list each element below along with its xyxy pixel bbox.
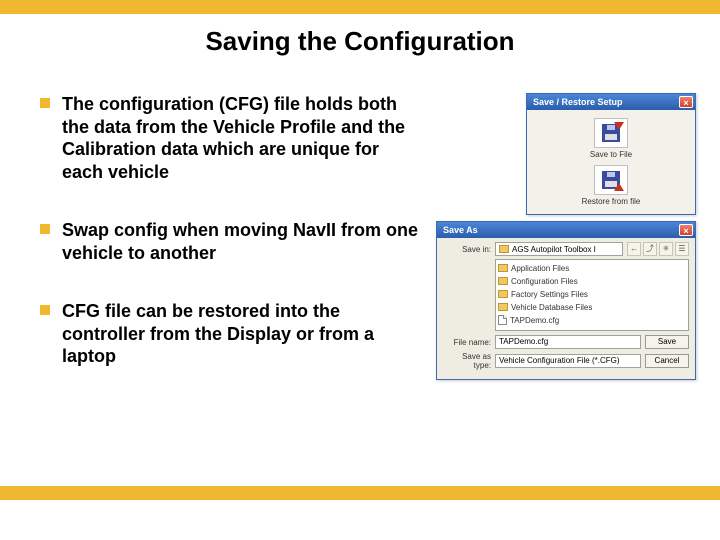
restore-from-file-button[interactable] — [594, 165, 628, 195]
bullet-item: CFG file can be restored into the contro… — [40, 300, 424, 368]
save-in-value: AGS Autopilot Toolbox I — [512, 245, 596, 254]
bullet-item: The configuration (CFG) file holds both … — [40, 93, 424, 183]
file-name: TAPDemo.cfg — [510, 316, 559, 325]
restore-caption: Restore from file — [582, 197, 641, 206]
screenshot-panel: Save / Restore Setup × Save to File — [436, 93, 696, 404]
list-item[interactable]: Factory Settings Files — [498, 288, 686, 300]
arrow-down-icon — [614, 122, 624, 130]
savetype-row: Save as type: Vehicle Configuration File… — [443, 352, 689, 370]
filename-label: File name: — [443, 338, 491, 347]
filename-input[interactable]: TAPDemo.cfg — [495, 335, 641, 349]
save-restore-dialog: Save / Restore Setup × Save to File — [526, 93, 696, 215]
close-icon[interactable]: × — [679, 224, 693, 236]
file-list[interactable]: Application Files Configuration Files Fa… — [495, 259, 689, 331]
top-accent-bar — [0, 0, 720, 14]
content-area: The configuration (CFG) file holds both … — [0, 93, 720, 404]
folder-icon — [498, 290, 508, 298]
dialog-body: Save in: AGS Autopilot Toolbox I ← ⤴ ✳ ☰ — [437, 238, 695, 379]
bullet-text: CFG file can be restored into the contro… — [62, 300, 424, 368]
file-name: Vehicle Database Files — [511, 303, 592, 312]
file-name: Factory Settings Files — [511, 290, 588, 299]
bullet-item: Swap config when moving NavII from one v… — [40, 219, 424, 264]
view-menu-button[interactable]: ☰ — [675, 242, 689, 256]
list-item[interactable]: TAPDemo.cfg — [498, 314, 686, 326]
dialog-title: Save / Restore Setup — [533, 97, 623, 107]
list-item[interactable]: Vehicle Database Files — [498, 301, 686, 313]
file-name: Application Files — [511, 264, 569, 273]
bullet-marker-icon — [40, 224, 50, 234]
save-to-file-group: Save to File — [590, 118, 632, 159]
slide-title: Saving the Configuration — [0, 26, 720, 57]
save-in-row: Save in: AGS Autopilot Toolbox I ← ⤴ ✳ ☰ — [443, 242, 689, 256]
bottom-accent-bar — [0, 486, 720, 500]
close-icon[interactable]: × — [679, 96, 693, 108]
folder-icon — [498, 277, 508, 285]
dialog-titlebar: Save As × — [437, 222, 695, 238]
bullet-text: The configuration (CFG) file holds both … — [62, 93, 424, 183]
dialog-title: Save As — [443, 225, 478, 235]
savetype-dropdown[interactable]: Vehicle Configuration File (*.CFG) — [495, 354, 641, 368]
new-folder-button[interactable]: ✳ — [659, 242, 673, 256]
restore-from-file-group: Restore from file — [582, 165, 641, 206]
bullet-list: The configuration (CFG) file holds both … — [40, 93, 436, 404]
filename-row: File name: TAPDemo.cfg Save — [443, 335, 689, 349]
bullet-text: Swap config when moving NavII from one v… — [62, 219, 424, 264]
save-in-dropdown[interactable]: AGS Autopilot Toolbox I — [495, 242, 623, 256]
save-button[interactable]: Save — [645, 335, 689, 349]
save-as-dialog: Save As × Save in: AGS Autopilot Toolbox… — [436, 221, 696, 380]
bullet-marker-icon — [40, 305, 50, 315]
list-item[interactable]: Configuration Files — [498, 275, 686, 287]
file-name: Configuration Files — [511, 277, 578, 286]
folder-icon — [498, 264, 508, 272]
savetype-label: Save as type: — [443, 352, 491, 370]
file-icon — [498, 315, 507, 325]
save-in-label: Save in: — [443, 245, 491, 254]
up-folder-button[interactable]: ⤴ — [643, 242, 657, 256]
dialog-toolbar: ← ⤴ ✳ ☰ — [627, 242, 689, 256]
dialog-titlebar: Save / Restore Setup × — [527, 94, 695, 110]
cancel-button[interactable]: Cancel — [645, 354, 689, 368]
dialog-body: Save to File Restore from file — [527, 110, 695, 214]
list-item[interactable]: Application Files — [498, 262, 686, 274]
save-to-file-button[interactable] — [594, 118, 628, 148]
arrow-up-icon — [614, 183, 624, 191]
folder-icon — [498, 303, 508, 311]
back-button[interactable]: ← — [627, 242, 641, 256]
folder-icon — [499, 245, 509, 253]
save-caption: Save to File — [590, 150, 632, 159]
bullet-marker-icon — [40, 98, 50, 108]
